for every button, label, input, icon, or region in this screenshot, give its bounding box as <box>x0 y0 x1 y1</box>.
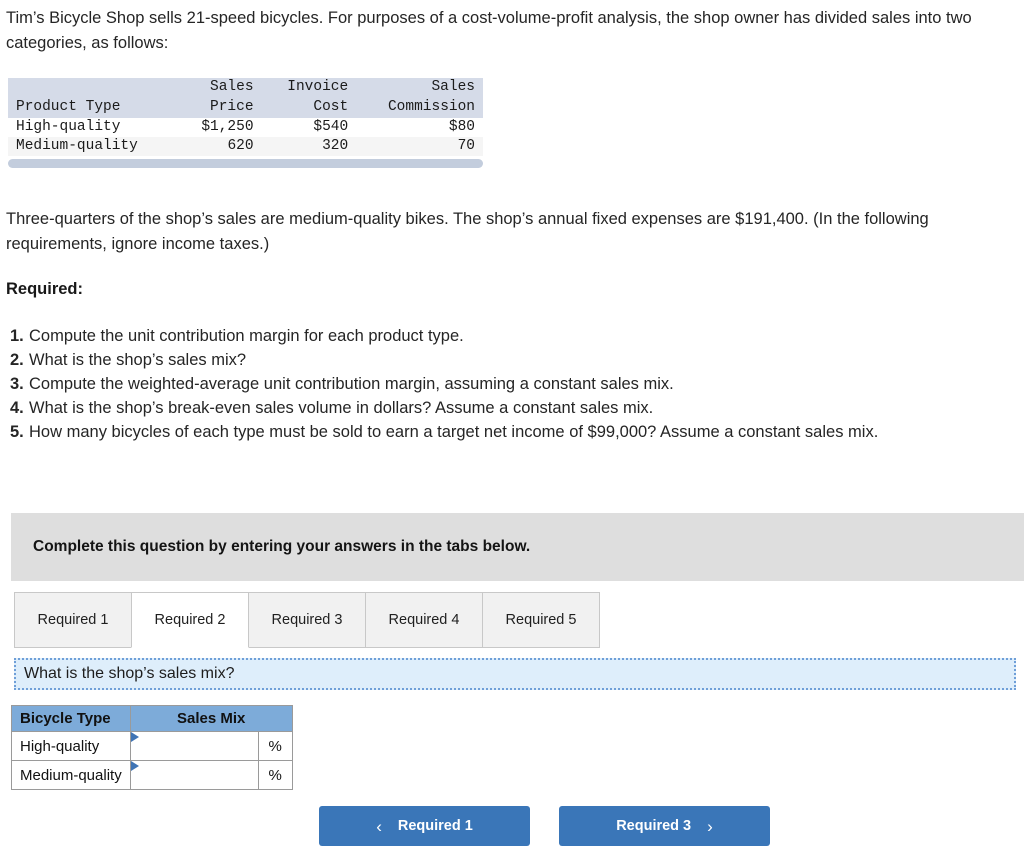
data-header-price: Price <box>177 98 262 118</box>
percent-unit-medium-quality: % <box>257 760 293 790</box>
data-header-invoice: Invoice <box>261 78 357 98</box>
intro-paragraph-1: Tim’s Bicycle Shop sells 21-speed bicycl… <box>6 9 972 52</box>
table-row: Medium-quality 620 320 70 <box>8 137 483 156</box>
requirement-tabs: Required 1 Required 2 Required 3 Require… <box>14 592 600 648</box>
cell-flag-icon <box>130 761 139 771</box>
data-header-sales: Sales <box>177 78 262 98</box>
product-data-table: Sales Invoice Sales Product Type Price C… <box>8 78 483 156</box>
cell-sales-price: 620 <box>177 137 262 156</box>
cell-product-type: High-quality <box>16 119 121 135</box>
question-page: Tim’s Bicycle Shop sells 21-speed bicycl… <box>0 0 1024 852</box>
requirement-number: 5. <box>10 423 24 441</box>
cell-product-type: Medium-quality <box>8 137 178 156</box>
answer-header-sales-mix: Sales Mix <box>129 705 293 732</box>
tab-required-3[interactable]: Required 3 <box>248 592 366 648</box>
table-row: High-quality % <box>11 731 293 761</box>
product-data-table-head: Sales Invoice Sales Product Type Price C… <box>8 78 483 118</box>
answer-input-cell-medium-quality[interactable] <box>129 760 259 790</box>
sales-mix-input-medium-quality[interactable] <box>138 761 250 789</box>
requirement-text: Compute the unit contribution margin for… <box>29 327 464 345</box>
tab-required-2[interactable]: Required 2 <box>131 592 249 648</box>
data-header-row-1: Sales Invoice Sales <box>8 78 483 98</box>
list-item: 2. What is the shop’s sales mix? <box>10 348 1010 372</box>
requirement-number: 3. <box>10 375 24 393</box>
tab-required-1[interactable]: Required 1 <box>14 592 132 648</box>
requirements-list: 1. Compute the unit contribution margin … <box>10 324 1010 444</box>
cell-sales-commission: 70 <box>356 137 483 156</box>
chevron-right-icon: › <box>707 816 713 836</box>
data-header-row-2: Product Type Price Cost Commission <box>8 98 483 118</box>
intro-paragraph-2: Three-quarters of the shop’s sales are m… <box>6 210 929 253</box>
table-row: Medium-quality % <box>11 760 293 790</box>
question-prompt-text: What is the shop’s sales mix? <box>24 665 235 682</box>
product-data-table-body: High-quality $1,250 $540 $80 Medium-qual… <box>8 118 483 156</box>
cell-sales-commission: $80 <box>448 119 475 135</box>
requirement-number: 2. <box>10 351 24 369</box>
instruction-banner-text: Complete this question by entering your … <box>33 538 531 555</box>
list-item: 1. Compute the unit contribution margin … <box>10 324 1010 348</box>
requirement-number: 1. <box>10 327 24 345</box>
answer-table-head: Bicycle Type Sales Mix <box>11 705 293 732</box>
data-header-cost: Cost <box>261 98 357 118</box>
question-prompt-banner: What is the shop’s sales mix? <box>14 658 1016 690</box>
list-item: 4. What is the shop’s break-even sales v… <box>10 396 1010 420</box>
list-item: 3. Compute the weighted-average unit con… <box>10 372 1010 396</box>
table-row: High-quality $1,250 $540 $80 <box>8 118 483 137</box>
percent-unit-high-quality: % <box>257 731 293 761</box>
cell-sales-price: $1,250 <box>201 119 254 135</box>
answer-table-wrapper: Bicycle Type Sales Mix High-quality % Me… <box>11 705 293 790</box>
data-header-product-type: Product Type <box>8 98 178 118</box>
requirement-text: What is the shop’s break-even sales volu… <box>29 399 654 417</box>
prev-requirement-label: Required 1 <box>397 818 473 834</box>
answer-input-cell-high-quality[interactable] <box>129 731 259 761</box>
cell-flag-icon <box>130 732 139 742</box>
data-header-blank <box>8 78 178 98</box>
next-requirement-button[interactable]: Required 3 › <box>559 806 770 846</box>
list-item: 5. How many bicycles of each type must b… <box>10 420 1010 444</box>
data-table-footer-bar <box>8 159 483 168</box>
requirement-text: Compute the weighted-average unit contri… <box>29 375 674 393</box>
instruction-banner: Complete this question by entering your … <box>11 513 1024 581</box>
chevron-left-icon: ‹ <box>376 816 382 836</box>
answer-row-label-high-quality: High-quality <box>11 731 131 761</box>
required-heading: Required: <box>6 280 84 298</box>
cell-invoice-cost: $540 <box>313 119 349 135</box>
requirement-text: What is the shop’s sales mix? <box>29 351 247 369</box>
tab-required-5[interactable]: Required 5 <box>482 592 600 648</box>
sales-mix-input-high-quality[interactable] <box>138 732 250 760</box>
tab-required-4[interactable]: Required 4 <box>365 592 483 648</box>
data-header-commission: Commission <box>356 98 483 118</box>
answer-table-body: High-quality % Medium-quality % <box>11 731 293 790</box>
answer-header-bicycle-type: Bicycle Type <box>11 705 131 732</box>
requirement-text: How many bicycles of each type must be s… <box>29 423 879 441</box>
answer-table: Bicycle Type Sales Mix High-quality % Me… <box>11 705 293 790</box>
next-requirement-label: Required 3 <box>616 818 692 834</box>
requirement-number: 4. <box>10 399 24 417</box>
answer-header-row: Bicycle Type Sales Mix <box>11 705 293 732</box>
prev-requirement-button[interactable]: ‹ Required 1 <box>319 806 530 846</box>
data-header-sales-2: Sales <box>356 78 483 98</box>
navigation-buttons: ‹ Required 1 Required 3 › <box>319 806 770 846</box>
product-data-table-wrapper: Sales Invoice Sales Product Type Price C… <box>8 78 483 168</box>
answer-row-label-medium-quality: Medium-quality <box>11 760 131 790</box>
cell-invoice-cost: 320 <box>261 137 357 156</box>
